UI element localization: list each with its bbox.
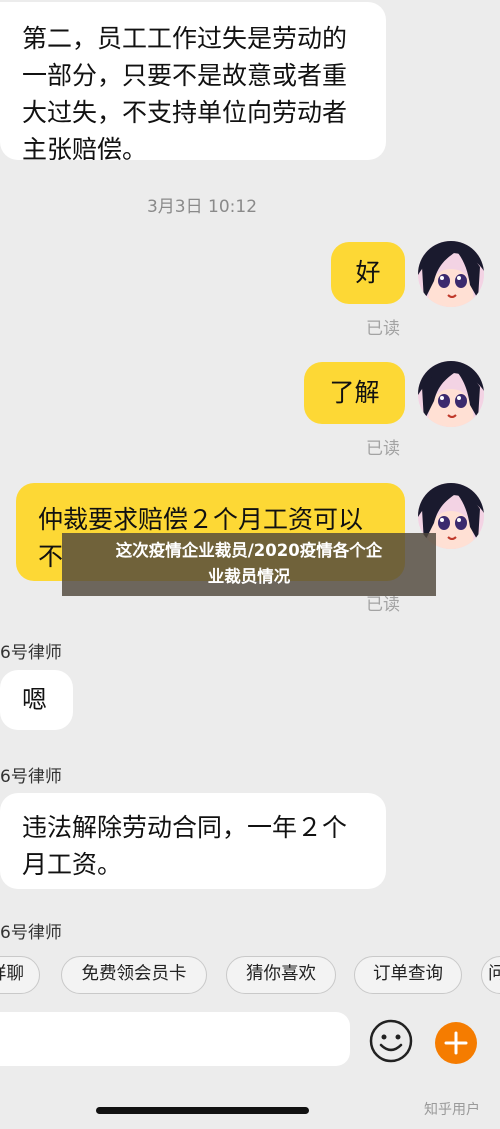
anime-girl-avatar-icon <box>418 361 484 427</box>
home-indicator <box>96 1107 309 1114</box>
quick-reply-chip[interactable]: 订单查询 <box>354 956 462 994</box>
message-input-bar <box>0 1008 500 1068</box>
sender-name: 6号律师 <box>0 643 62 663</box>
message-text: 了解 <box>329 378 380 407</box>
watermark: 知乎用户 <box>424 1102 480 1118</box>
sender-name: 6号律师 <box>0 767 62 787</box>
plus-icon <box>444 1031 468 1055</box>
overlay-title-line: 业裁员情况 <box>207 567 291 586</box>
message-input[interactable] <box>0 1012 350 1066</box>
quick-reply-chip[interactable]: 问 <box>481 956 500 994</box>
overlay-title-line: 这次疫情企业裁员/2020疫情各个企 <box>115 541 383 560</box>
message-text-line: 大过失，不支持单位向劳动者 <box>22 98 348 127</box>
quick-reply-chip[interactable]: 猜你喜欢 <box>226 956 336 994</box>
read-status: 已读 <box>366 439 400 459</box>
sender-name: 6号律师 <box>0 923 62 943</box>
user-avatar[interactable] <box>418 361 484 427</box>
anime-girl-avatar-icon <box>418 241 484 307</box>
article-title-overlay: 这次疫情企业裁员/2020疫情各个企 业裁员情况 <box>62 533 436 596</box>
message-bubble-incoming[interactable]: 嗯 <box>0 670 73 730</box>
message-bubble-incoming[interactable]: 违法解除劳动合同，一年２个 月工资。 <box>0 793 386 889</box>
emoji-button[interactable] <box>368 1018 414 1064</box>
message-bubble-outgoing[interactable]: 了解 <box>304 362 405 424</box>
message-bubble-incoming[interactable]: 第二，员工工作过失是劳动的 一部分，只要不是故意或者重 大过失，不支持单位向劳动… <box>0 2 386 160</box>
read-status: 已读 <box>366 319 400 339</box>
plus-button[interactable] <box>435 1022 477 1064</box>
quick-reply-chip[interactable]: 免费领会员卡 <box>61 956 207 994</box>
message-bubble-outgoing[interactable]: 好 <box>331 242 405 304</box>
message-text: 嗯 <box>22 685 48 714</box>
message-text-line: 一部分，只要不是故意或者重 <box>22 61 348 90</box>
smiley-face-icon <box>369 1019 413 1063</box>
message-text-line: 月工资。 <box>22 850 123 879</box>
message-text-line: 第二，员工工作过失是劳动的 <box>22 24 348 53</box>
message-timestamp: 3月3日 10:12 <box>146 197 258 217</box>
message-text: 好 <box>355 258 381 287</box>
quick-reply-bar: 咩聊 免费领会员卡 猜你喜欢 订单查询 问 <box>0 942 500 1010</box>
message-text-line: 主张赔偿。 <box>22 135 148 160</box>
user-avatar[interactable] <box>418 241 484 307</box>
message-text-line: 违法解除劳动合同，一年２个 <box>22 813 348 842</box>
quick-reply-chip[interactable]: 咩聊 <box>0 956 40 994</box>
